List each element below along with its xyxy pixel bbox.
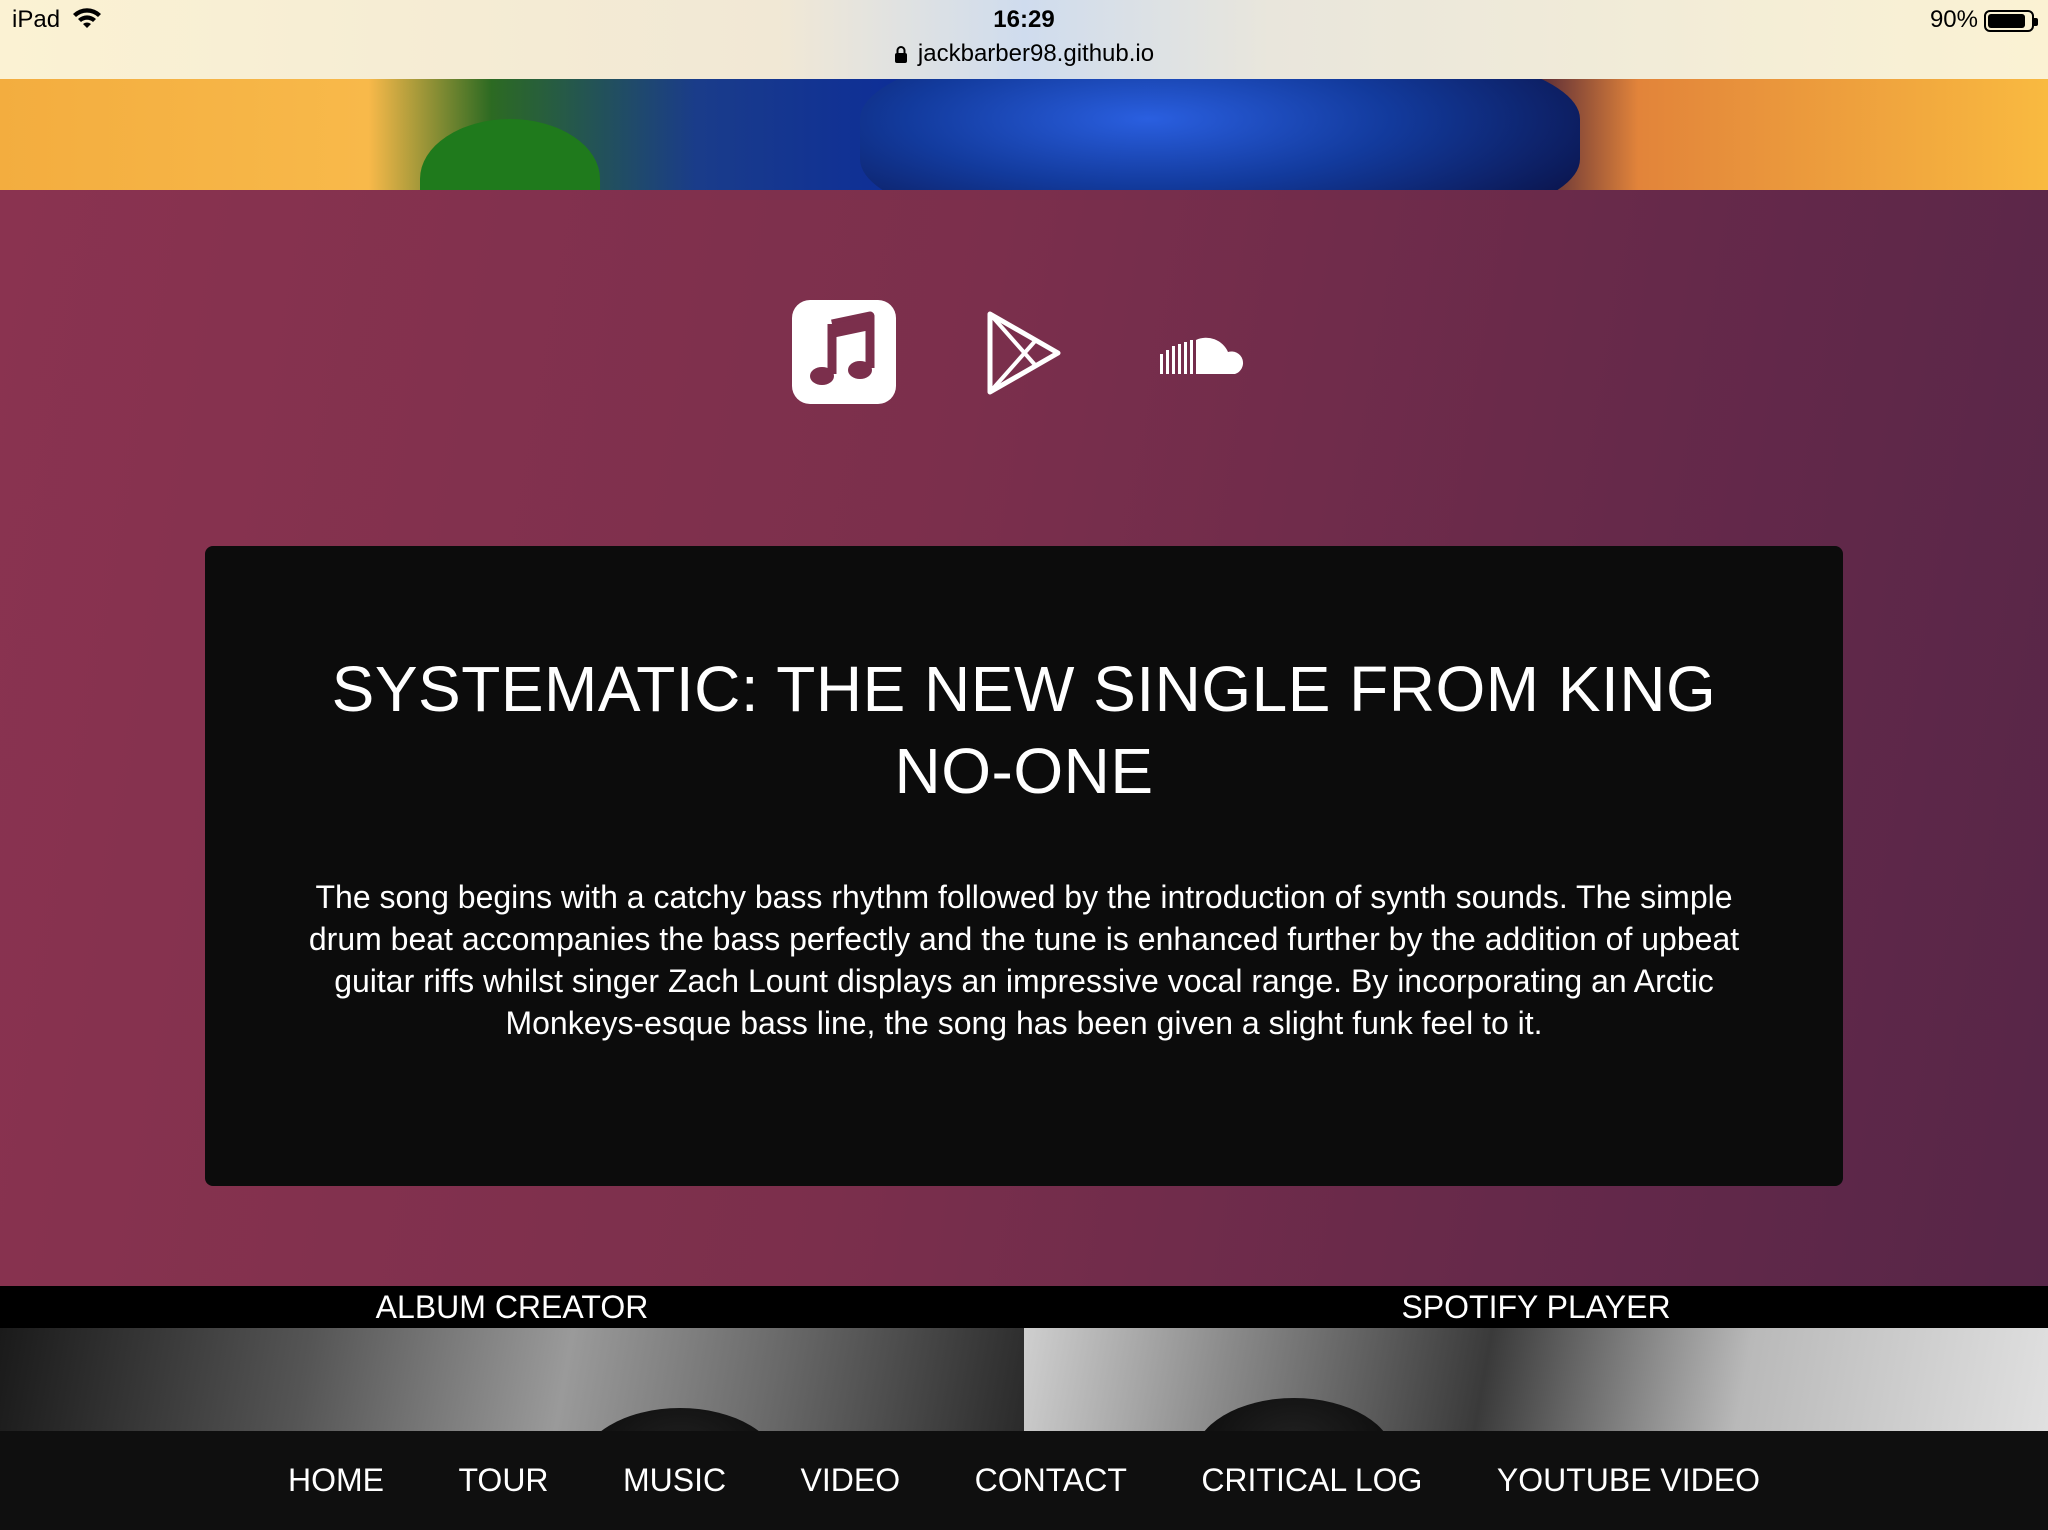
battery-percentage: 90% xyxy=(1929,6,1978,33)
music-note-icon xyxy=(810,311,875,385)
album-creator-tile[interactable]: ALBUM CREATOR xyxy=(0,1286,1024,1431)
nav-video[interactable]: VIDEO xyxy=(801,1459,901,1501)
soundcloud-link[interactable] xyxy=(1158,330,1250,380)
spotify-player-photo xyxy=(1024,1328,2048,1431)
ios-status-bar: iPad 16:29 jackbarber98.github.io 90% xyxy=(0,0,2048,79)
single-info-card: SYSTEMATIC: THE NEW SINGLE FROM KING NO-… xyxy=(205,546,1843,1186)
nav-contact[interactable]: CONTACT xyxy=(975,1459,1127,1501)
nav-youtube-video[interactable]: YOUTUBE VIDEO xyxy=(1497,1459,1760,1501)
hero-image xyxy=(0,79,2048,190)
spotify-player-label: SPOTIFY PLAYER xyxy=(1024,1286,2048,1328)
nav-tour[interactable]: TOUR xyxy=(458,1459,548,1501)
main-section: SYSTEMATIC: THE NEW SINGLE FROM KING NO-… xyxy=(0,190,2048,1286)
apple-music-link[interactable] xyxy=(792,300,896,404)
bottom-nav: HOME TOUR MUSIC VIDEO CONTACT CRITICAL L… xyxy=(0,1431,2048,1530)
url-text: jackbarber98.github.io xyxy=(917,40,1155,67)
battery-icon xyxy=(1984,10,2038,32)
clock: 16:29 xyxy=(993,6,1055,33)
spotify-player-tile[interactable]: SPOTIFY PLAYER xyxy=(1024,1286,2048,1431)
play-triangle-icon xyxy=(987,311,1061,395)
feature-tiles: ALBUM CREATOR SPOTIFY PLAYER xyxy=(0,1286,2048,1431)
card-title: SYSTEMATIC: THE NEW SINGLE FROM KING NO-… xyxy=(331,653,1717,807)
album-creator-label: ALBUM CREATOR xyxy=(0,1286,1024,1328)
google-play-link[interactable] xyxy=(984,308,1064,398)
album-creator-photo xyxy=(0,1328,1024,1431)
lock-icon xyxy=(894,46,907,63)
card-description: The song begins with a catchy bass rhyth… xyxy=(308,879,1740,1041)
nav-home[interactable]: HOME xyxy=(288,1459,384,1501)
nav-music[interactable]: MUSIC xyxy=(623,1459,726,1501)
nav-critical-log[interactable]: CRITICAL LOG xyxy=(1201,1459,1422,1501)
soundcloud-icon xyxy=(1160,337,1244,374)
streaming-links xyxy=(0,300,2048,410)
address-bar[interactable]: jackbarber98.github.io xyxy=(0,40,2048,68)
